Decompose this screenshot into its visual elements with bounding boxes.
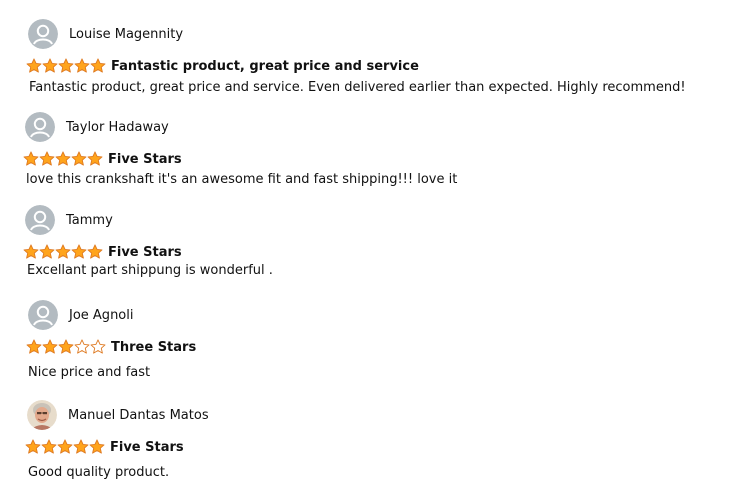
review-title-row: Three Stars xyxy=(26,338,196,356)
review-body: Excellant part shippung is wonderful . xyxy=(27,263,273,278)
avatar xyxy=(25,205,55,235)
star-filled-icon xyxy=(39,151,55,166)
review-body: Fantastic product, great price and servi… xyxy=(29,80,686,95)
avatar xyxy=(28,300,58,330)
review-author[interactable]: Tammy xyxy=(25,204,113,236)
review-author[interactable]: Manuel Dantas Matos xyxy=(27,399,209,431)
star-filled-icon xyxy=(55,151,71,166)
review-author[interactable]: Joe Agnoli xyxy=(28,299,133,331)
review-author[interactable]: Louise Magennity xyxy=(28,18,183,50)
author-name: Louise Magennity xyxy=(69,26,184,42)
star-rating[interactable] xyxy=(25,439,105,455)
review-body: Good quality product. xyxy=(28,465,170,480)
star-filled-icon xyxy=(55,244,71,259)
star-filled-icon xyxy=(25,439,41,454)
star-filled-icon xyxy=(90,58,106,73)
star-rating[interactable] xyxy=(26,339,106,355)
star-filled-icon xyxy=(87,244,103,259)
review-body: Nice price and fast xyxy=(28,365,151,380)
default-avatar-icon xyxy=(28,300,58,330)
star-filled-icon xyxy=(23,151,39,166)
review-title-row: Five Stars xyxy=(25,438,184,456)
star-filled-icon xyxy=(58,58,74,73)
review-title-row: Fantastic product, great price and servi… xyxy=(26,57,419,75)
star-filled-icon xyxy=(58,339,74,354)
star-filled-icon xyxy=(57,439,73,454)
star-filled-icon xyxy=(89,439,105,454)
avatar xyxy=(28,19,58,49)
star-rating[interactable] xyxy=(23,151,103,167)
review-title-row: Five Stars xyxy=(23,243,182,261)
star-rating[interactable] xyxy=(23,244,103,260)
default-avatar-icon xyxy=(25,205,55,235)
star-filled-icon xyxy=(42,58,58,73)
review-title[interactable]: Fantastic product, great price and servi… xyxy=(111,59,419,74)
star-filled-icon xyxy=(26,58,42,73)
avatar xyxy=(25,112,55,142)
star-rating[interactable] xyxy=(26,58,106,74)
star-filled-icon xyxy=(73,439,89,454)
star-filled-icon xyxy=(74,58,90,73)
author-name: Manuel Dantas Matos xyxy=(68,407,209,423)
star-empty-icon xyxy=(74,339,90,354)
star-filled-icon xyxy=(41,439,57,454)
review-title[interactable]: Five Stars xyxy=(110,440,184,455)
star-filled-icon xyxy=(39,244,55,259)
reviews-list: Louise Magennity Fantastic product, grea… xyxy=(0,0,750,500)
photo-avatar-icon xyxy=(27,400,57,430)
star-filled-icon xyxy=(26,339,42,354)
avatar xyxy=(27,400,57,430)
author-name: Tammy xyxy=(66,212,113,228)
star-empty-icon xyxy=(90,339,106,354)
star-filled-icon xyxy=(42,339,58,354)
review-author[interactable]: Taylor Hadaway xyxy=(25,111,169,143)
author-name: Taylor Hadaway xyxy=(66,119,169,135)
review-body: love this crankshaft it's an awesome fit… xyxy=(26,172,458,187)
review-title-row: Five Stars xyxy=(23,150,182,168)
star-filled-icon xyxy=(87,151,103,166)
review-title[interactable]: Three Stars xyxy=(111,340,196,355)
default-avatar-icon xyxy=(25,112,55,142)
author-name: Joe Agnoli xyxy=(69,307,134,323)
default-avatar-icon xyxy=(28,19,58,49)
star-filled-icon xyxy=(71,244,87,259)
review-title[interactable]: Five Stars xyxy=(108,245,182,260)
star-filled-icon xyxy=(71,151,87,166)
review-title[interactable]: Five Stars xyxy=(108,152,182,167)
star-filled-icon xyxy=(23,244,39,259)
